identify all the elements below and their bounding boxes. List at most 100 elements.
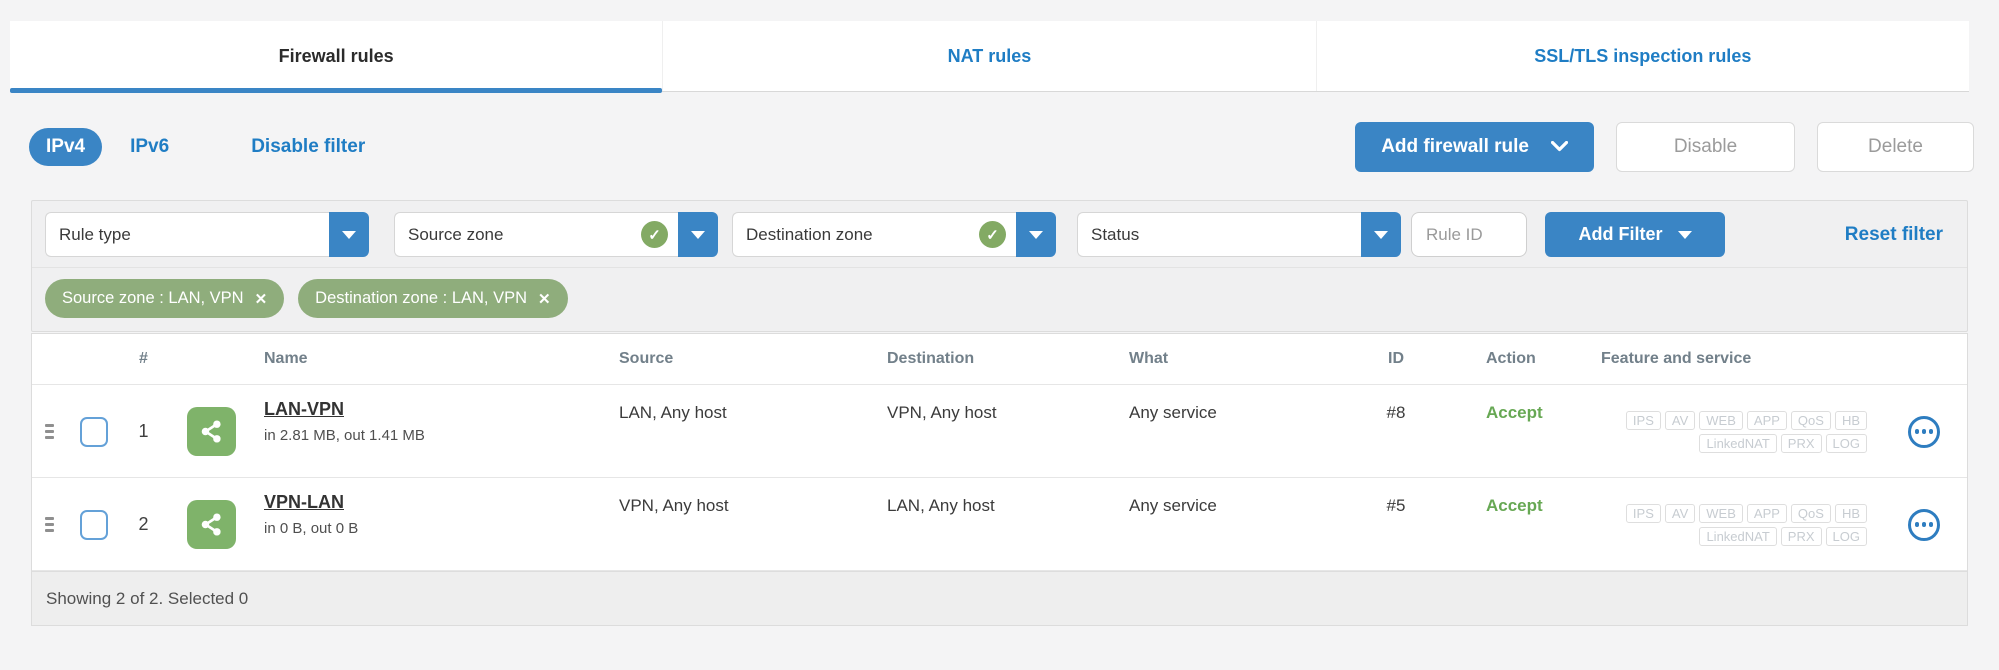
header-what: What [1129, 350, 1169, 367]
toolbar: IPv4 IPv6 Disable filter Add firewall ru… [29, 121, 1974, 172]
destination-zone-label: Destination zone [746, 224, 873, 244]
filter-tag-destination-zone: Destination zone : LAN, VPN ✕ [298, 279, 568, 318]
table-row: 1 LAN-VPN in 2.81 MB, out 1.41 MB LAN, A… [32, 385, 1967, 478]
status-filter: Status [1077, 212, 1401, 257]
rule-type-dropdown-button[interactable] [329, 212, 369, 257]
source-zone-select[interactable]: Source zone ✓ [394, 212, 678, 257]
rule-type-share-icon [186, 407, 236, 456]
disable-button[interactable]: Disable [1616, 121, 1795, 172]
row-menu-ellipsis-icon[interactable] [1908, 415, 1940, 448]
header-source: Source [619, 350, 674, 367]
badge-linkednat: LinkedNAT [1699, 433, 1777, 453]
status-select[interactable]: Status [1077, 212, 1361, 257]
badge-ips: IPS [1625, 410, 1661, 430]
ipv6-toggle[interactable]: IPv6 [130, 136, 169, 158]
add-firewall-rule-button[interactable]: Add firewall rule [1355, 121, 1594, 172]
header-feature-and-service: Feature and service [1601, 350, 1752, 367]
disable-filter-link[interactable]: Disable filter [251, 136, 365, 158]
rule-type-label: Rule type [59, 224, 131, 244]
header-action: Action [1486, 350, 1536, 367]
cell-rule-id: #8 [1386, 403, 1406, 422]
cell-what: Any service [1129, 496, 1217, 515]
destination-zone-filter: Destination zone ✓ [732, 212, 1056, 257]
filter-applied-check-icon: ✓ [979, 221, 1006, 248]
toolbar-actions: Add firewall rule Disable Delete [1355, 121, 1974, 172]
source-zone-dropdown-button[interactable] [678, 212, 718, 257]
rule-type-select[interactable]: Rule type [45, 212, 329, 257]
status-label: Status [1091, 224, 1140, 244]
cell-source: VPN, Any host [619, 496, 729, 515]
badge-log: LOG [1825, 433, 1867, 453]
badge-app: APP [1746, 410, 1787, 430]
rule-traffic-stats: in 0 B, out 0 B [264, 520, 359, 537]
rule-traffic-stats: in 2.81 MB, out 1.41 MB [264, 427, 425, 444]
table-row: 2 VPN-LAN in 0 B, out 0 B VPN, Any host … [32, 478, 1967, 571]
tab-firewall-rules[interactable]: Firewall rules [10, 21, 663, 93]
badge-linkednat: LinkedNAT [1699, 526, 1777, 546]
header-number: # [139, 350, 148, 367]
rule-name-link[interactable]: VPN-LAN [264, 492, 344, 513]
cell-rule-id: #5 [1386, 496, 1406, 515]
feature-badges: IPS AV WEB APP QoS HB LinkedNAT PRX LOG [1561, 385, 1881, 478]
showing-summary: Showing 2 of 2. Selected 0 [46, 588, 249, 608]
badge-av: AV [1664, 410, 1696, 430]
firewall-rules-table: # Name Source Destination What ID Action… [31, 333, 1968, 626]
triangle-down-icon [342, 230, 356, 239]
cell-destination: VPN, Any host [887, 403, 997, 422]
add-firewall-rule-label: Add firewall rule [1381, 135, 1529, 157]
destination-zone-select[interactable]: Destination zone ✓ [732, 212, 1016, 257]
cell-source: LAN, Any host [619, 403, 727, 422]
reset-filter-link[interactable]: Reset filter [1845, 224, 1955, 246]
source-zone-label: Source zone [408, 224, 504, 244]
badge-ips: IPS [1625, 503, 1661, 523]
rules-tab-bar: Firewall rules NAT rules SSL/TLS inspect… [10, 21, 1969, 93]
badge-web: WEB [1699, 503, 1743, 523]
rule-type-share-icon [186, 500, 236, 549]
destination-zone-dropdown-button[interactable] [1016, 212, 1056, 257]
tab-nat-rules[interactable]: NAT rules [662, 21, 1315, 91]
badge-qos: QoS [1790, 410, 1831, 430]
drag-handle[interactable] [44, 423, 54, 441]
triangle-down-icon [1374, 230, 1388, 239]
badge-app: APP [1746, 503, 1787, 523]
ipv4-toggle[interactable]: IPv4 [29, 127, 103, 166]
rule-id-input[interactable] [1411, 212, 1527, 257]
filter-row: Rule type Source zone ✓ Destination zone… [32, 201, 1967, 257]
cell-destination: LAN, Any host [887, 496, 995, 515]
drag-handle[interactable] [44, 516, 54, 534]
badge-web: WEB [1699, 410, 1743, 430]
table-footer: Showing 2 of 2. Selected 0 [32, 571, 1967, 625]
remove-filter-icon[interactable]: ✕ [255, 290, 268, 308]
feature-badges: IPS AV WEB APP QoS HB LinkedNAT PRX LOG [1561, 478, 1881, 571]
add-filter-label: Add Filter [1578, 224, 1663, 244]
badge-av: AV [1664, 503, 1696, 523]
row-checkbox[interactable] [79, 416, 108, 447]
rule-name-link[interactable]: LAN-VPN [264, 399, 344, 420]
filter-tag-label: Destination zone : LAN, VPN [315, 289, 528, 307]
badge-qos: QoS [1790, 503, 1831, 523]
tab-ssl-tls-inspection-rules[interactable]: SSL/TLS inspection rules [1315, 21, 1969, 91]
badge-hb: HB [1834, 410, 1867, 430]
cell-action: Accept [1486, 496, 1543, 515]
rule-type-filter: Rule type [45, 212, 369, 257]
cell-action: Accept [1486, 403, 1543, 422]
cell-what: Any service [1129, 403, 1217, 422]
header-destination: Destination [887, 350, 975, 367]
delete-button[interactable]: Delete [1817, 121, 1974, 172]
chevron-down-icon [1551, 141, 1568, 152]
add-filter-button[interactable]: Add Filter [1545, 212, 1725, 257]
row-number: 2 [138, 514, 149, 534]
badge-log: LOG [1825, 526, 1867, 546]
row-number: 1 [138, 421, 149, 441]
status-dropdown-button[interactable] [1361, 212, 1401, 257]
header-name: Name [264, 350, 308, 367]
badge-prx: PRX [1780, 433, 1822, 453]
filter-applied-check-icon: ✓ [641, 221, 668, 248]
active-filter-tags: Source zone : LAN, VPN ✕ Destination zon… [32, 267, 1967, 329]
filter-panel: Rule type Source zone ✓ Destination zone… [31, 200, 1968, 332]
source-zone-filter: Source zone ✓ [394, 212, 718, 257]
filter-tag-source-zone: Source zone : LAN, VPN ✕ [45, 279, 285, 318]
row-menu-ellipsis-icon[interactable] [1908, 508, 1940, 541]
row-checkbox[interactable] [79, 509, 108, 540]
remove-filter-icon[interactable]: ✕ [538, 290, 551, 308]
